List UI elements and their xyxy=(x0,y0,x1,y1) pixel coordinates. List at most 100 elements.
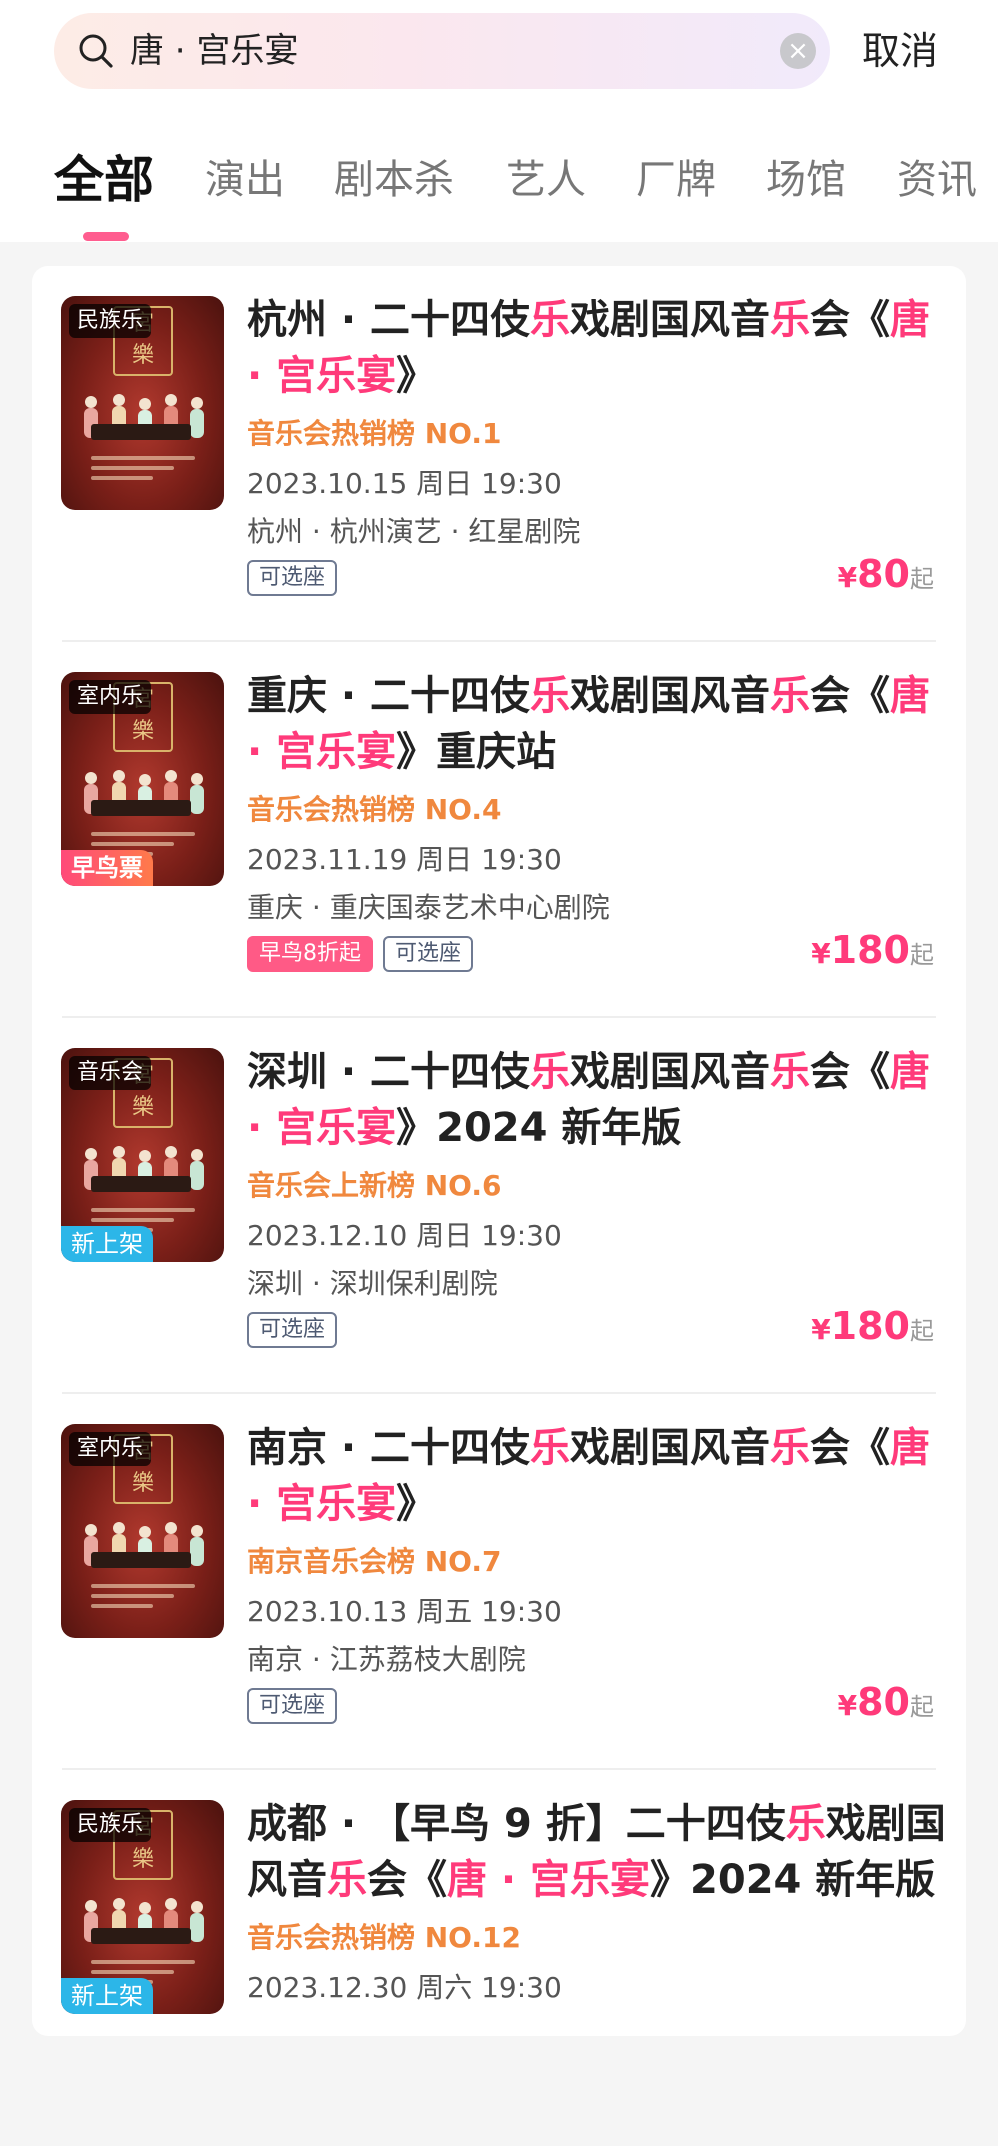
title-text: 2024 新年版 xyxy=(690,1857,936,1903)
price: ¥180起 xyxy=(811,928,934,972)
title-text: 》 xyxy=(650,1857,691,1903)
poster-table-shape xyxy=(91,800,191,816)
price-suffix: 起 xyxy=(910,941,934,969)
ranking-label[interactable]: 音乐会热销榜 NO.4 xyxy=(247,788,502,828)
title-text: 》 xyxy=(396,353,437,399)
tab-all[interactable]: 全部 xyxy=(54,140,154,220)
event-venue: 深圳 · 深圳保利剧院 xyxy=(247,1267,498,1300)
seat-selection-tag: 可选座 xyxy=(383,936,474,972)
seat-selection-tag: 可选座 xyxy=(247,1312,338,1348)
event-poster[interactable]: 宮樂民族乐 xyxy=(61,296,224,510)
title-text: 深圳 · 二十四伎 xyxy=(247,1049,531,1095)
poster-genre-tag: 民族乐 xyxy=(69,304,152,338)
result-item[interactable]: 宮樂民族乐新上架成都 · 【早鸟 9 折】二十四伎乐戏剧国风音乐会《唐 · 宫乐… xyxy=(32,1770,966,2146)
title-text: 《 xyxy=(850,673,891,719)
poster-badge: 早鸟票 xyxy=(61,850,153,886)
price-suffix: 起 xyxy=(910,1693,934,1721)
ranking-label[interactable]: 音乐会热销榜 NO.12 xyxy=(247,1916,521,1956)
tab-venues[interactable]: 场馆 xyxy=(766,140,846,220)
price-currency: ¥ xyxy=(811,1313,831,1346)
result-item[interactable]: 宮樂室内乐南京 · 二十四伎乐戏剧国风音乐会《唐 · 宫乐宴》南京音乐会榜 NO… xyxy=(32,1394,966,1770)
ranking-label[interactable]: 音乐会热销榜 NO.1 xyxy=(247,412,502,452)
price-currency: ¥ xyxy=(811,937,831,970)
event-title[interactable]: 深圳 · 二十四伎乐戏剧国风音乐会《唐 · 宫乐宴》2024 新年版 xyxy=(247,1044,947,1156)
search-input[interactable]: 唐 · 宫乐宴 xyxy=(130,13,298,89)
price-value: 80 xyxy=(857,1680,910,1724)
price: ¥80起 xyxy=(838,552,934,596)
event-poster[interactable]: 宮樂音乐会新上架 xyxy=(61,1048,224,1262)
title-text: 会 xyxy=(367,1857,407,1903)
title-text: 戏剧国风音 xyxy=(570,673,771,719)
title-text: 重庆站 xyxy=(436,729,557,775)
seat-selection-tag: 可选座 xyxy=(247,1688,338,1724)
title-text: 《 xyxy=(850,297,891,343)
poster-figures-illustration xyxy=(84,394,204,438)
event-poster[interactable]: 宮樂室内乐早鸟票 xyxy=(61,672,224,886)
event-title[interactable]: 重庆 · 二十四伎乐戏剧国风音乐会《唐 · 宫乐宴》重庆站 xyxy=(247,668,947,780)
event-date: 2023.12.10 周日 19:30 xyxy=(247,1219,562,1252)
title-highlight: 乐 xyxy=(530,1049,571,1095)
title-text: 戏剧国风音 xyxy=(570,1425,771,1471)
event-poster[interactable]: 宮樂室内乐 xyxy=(61,1424,224,1638)
event-poster[interactable]: 宮樂民族乐新上架 xyxy=(61,1800,224,2014)
title-text: 2024 新年版 xyxy=(436,1105,682,1151)
tab-artists[interactable]: 艺人 xyxy=(506,140,586,220)
title-text: 会 xyxy=(810,673,851,719)
event-tags: 可选座 xyxy=(247,1312,347,1348)
active-tab-indicator xyxy=(83,232,129,241)
search-header: 唐 · 宫乐宴 × 取消 全部 演出 剧本杀 艺人 厂牌 场馆 资讯 xyxy=(0,0,998,242)
poster-table-shape xyxy=(91,424,191,440)
seat-selection-tag: 可选座 xyxy=(247,560,338,596)
event-title[interactable]: 杭州 · 二十四伎乐戏剧国风音乐会《唐 · 宫乐宴》 xyxy=(247,292,947,404)
event-tags: 可选座 xyxy=(247,1688,347,1724)
title-highlight: 乐 xyxy=(530,673,571,719)
category-tabs: 全部 演出 剧本杀 艺人 厂牌 场馆 资讯 xyxy=(0,140,998,230)
event-date: 2023.12.30 周六 19:30 xyxy=(247,1971,562,2004)
results-card: 宮樂民族乐杭州 · 二十四伎乐戏剧国风音乐会《唐 · 宫乐宴》音乐会热销榜 NO… xyxy=(32,266,966,2036)
event-title[interactable]: 南京 · 二十四伎乐戏剧国风音乐会《唐 · 宫乐宴》 xyxy=(247,1420,947,1532)
title-highlight: 乐 xyxy=(770,673,811,719)
poster-genre-tag: 音乐会 xyxy=(69,1056,152,1090)
event-venue: 南京 · 江苏荔枝大剧院 xyxy=(247,1643,526,1676)
title-highlight: 乐 xyxy=(770,1425,811,1471)
event-title[interactable]: 成都 · 【早鸟 9 折】二十四伎乐戏剧国风音乐会《唐 · 宫乐宴》2024 新… xyxy=(247,1796,947,1908)
title-text: 》 xyxy=(396,1481,437,1527)
search-icon xyxy=(79,34,113,68)
cancel-button[interactable]: 取消 xyxy=(862,18,938,84)
ranking-label[interactable]: 音乐会上新榜 NO.6 xyxy=(247,1164,502,1204)
title-highlight: 唐 · 宫乐宴 xyxy=(447,1857,651,1903)
title-highlight: 乐 xyxy=(785,1801,826,1847)
tab-script-murder[interactable]: 剧本杀 xyxy=(334,140,454,220)
result-item[interactable]: 宮樂音乐会新上架深圳 · 二十四伎乐戏剧国风音乐会《唐 · 宫乐宴》2024 新… xyxy=(32,1018,966,1394)
title-text: 》 xyxy=(396,729,437,775)
tab-news[interactable]: 资讯 xyxy=(897,140,977,220)
tab-labels[interactable]: 厂牌 xyxy=(636,140,716,220)
poster-genre-tag: 室内乐 xyxy=(69,1432,152,1466)
event-venue: 重庆 · 重庆国泰艺术中心剧院 xyxy=(247,891,610,924)
price-currency: ¥ xyxy=(837,561,858,594)
title-text: 杭州 · 二十四伎 xyxy=(247,297,531,343)
ranking-label[interactable]: 南京音乐会榜 NO.7 xyxy=(247,1540,502,1580)
tab-shows[interactable]: 演出 xyxy=(205,140,285,220)
title-highlight: 乐 xyxy=(530,297,571,343)
price-suffix: 起 xyxy=(910,1317,934,1345)
result-item[interactable]: 宮樂室内乐早鸟票重庆 · 二十四伎乐戏剧国风音乐会《唐 · 宫乐宴》重庆站音乐会… xyxy=(32,642,966,1018)
title-text: 戏剧国风音 xyxy=(570,1049,771,1095)
title-text: 《 xyxy=(850,1425,891,1471)
price-suffix: 起 xyxy=(910,565,934,593)
event-date: 2023.10.15 周日 19:30 xyxy=(247,467,562,500)
price-value: 180 xyxy=(830,1304,910,1348)
poster-genre-tag: 民族乐 xyxy=(69,1808,152,1842)
title-text: 》 xyxy=(396,1105,437,1151)
poster-table-shape xyxy=(91,1552,191,1568)
result-item[interactable]: 宮樂民族乐杭州 · 二十四伎乐戏剧国风音乐会《唐 · 宫乐宴》音乐会热销榜 NO… xyxy=(32,266,966,642)
poster-badge: 新上架 xyxy=(61,1978,153,2014)
event-tags: 可选座 xyxy=(247,560,347,596)
title-highlight: 乐 xyxy=(327,1857,367,1903)
search-bar[interactable]: 唐 · 宫乐宴 × xyxy=(54,13,830,89)
poster-figures-illustration xyxy=(84,1146,204,1190)
clear-icon[interactable]: × xyxy=(780,33,816,69)
title-text: 《 xyxy=(850,1049,891,1095)
title-highlight: 乐 xyxy=(530,1425,571,1471)
price-value: 180 xyxy=(830,928,910,972)
